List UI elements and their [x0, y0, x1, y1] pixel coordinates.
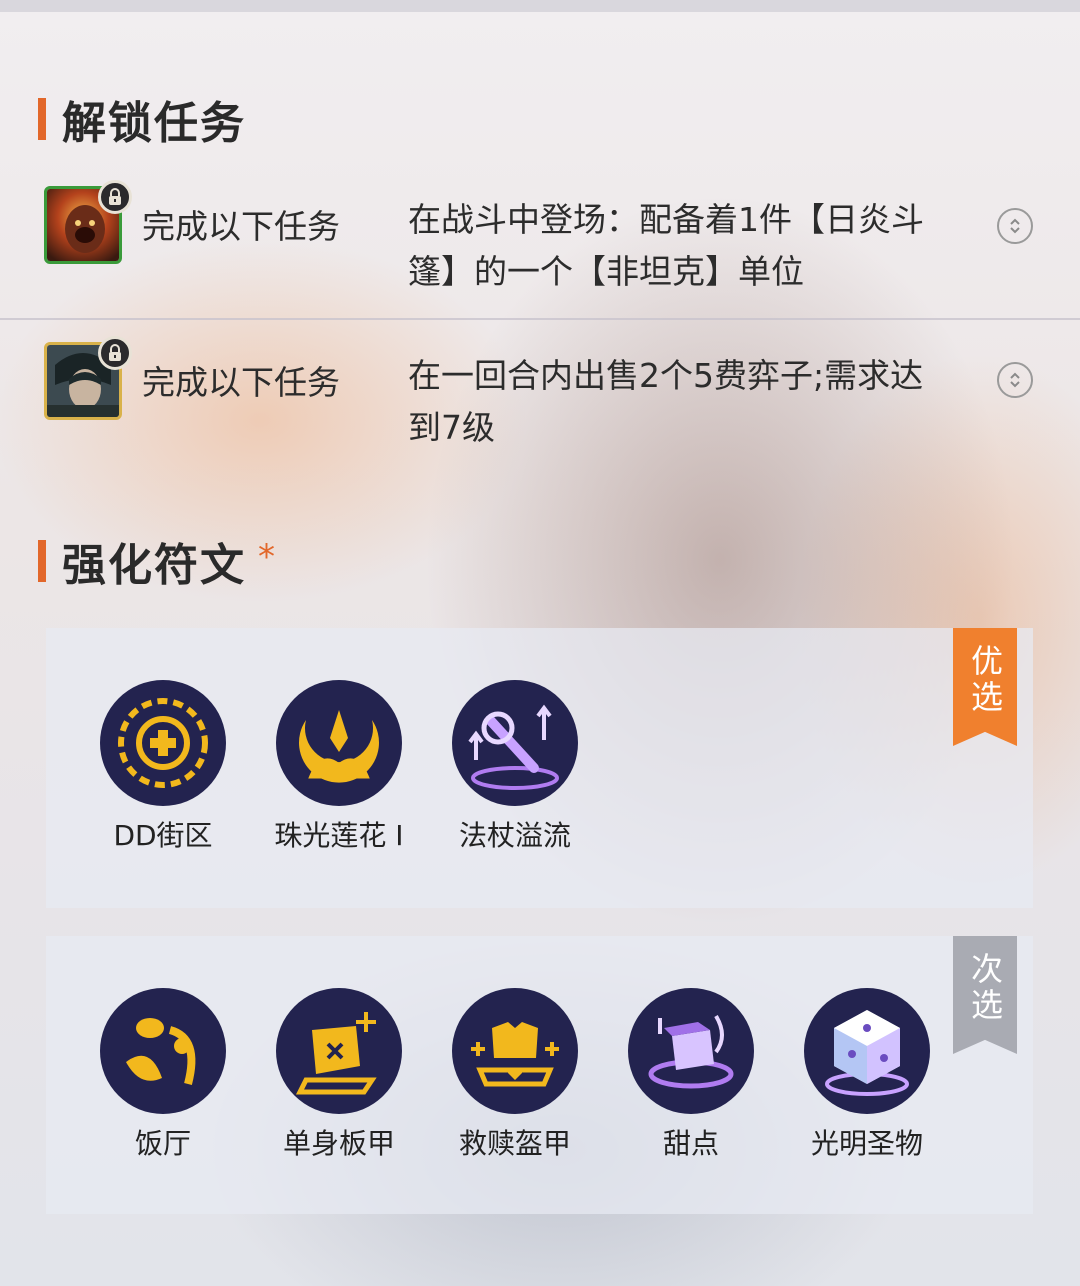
task-description: 在战斗中登场：配备着1件【日炎斗篷】的一个【非坦克】单位 [408, 200, 924, 291]
rune-section-title: 强化符文 * [38, 536, 275, 591]
rune-item[interactable]: 法杖溢流 [440, 680, 590, 854]
rune-name: 珠光莲花 I [274, 819, 404, 852]
rune-title-text: 强化符文 [62, 540, 246, 591]
staff-overflow-icon [452, 680, 578, 806]
task-label: 完成以下任务 [142, 207, 340, 246]
dining-hall-icon [100, 988, 226, 1114]
dessert-icon [628, 988, 754, 1114]
expand-toggle-icon[interactable] [997, 362, 1033, 398]
rune-item[interactable]: 光明圣物 [792, 988, 942, 1162]
rune-name: 单身板甲 [282, 1127, 395, 1160]
lock-icon [98, 336, 132, 370]
radiant-relic-icon [804, 988, 930, 1114]
pearl-lotus-icon [276, 680, 402, 806]
rune-item[interactable]: 珠光莲花 I [264, 680, 414, 854]
rune-name: 甜点 [662, 1127, 719, 1160]
secondary-tag-text: 次选 [966, 952, 1004, 1024]
dd-street-icon [100, 680, 226, 806]
single-plate-icon [276, 988, 402, 1114]
task-description: 在一回合内出售2个5费弈子;需求达到7级 [408, 356, 924, 447]
rune-name: 救赎盔甲 [458, 1127, 571, 1160]
unlock-section-title: 解锁任务 [38, 94, 246, 149]
task-divider [0, 318, 1080, 320]
rune-name: 饭厅 [134, 1127, 191, 1160]
lock-icon [98, 180, 132, 214]
rune-name: DD街区 [113, 819, 213, 852]
secondary-rune-panel: 次选 饭厅 单身板甲 救赎盔甲 甜点 光明圣物 [46, 936, 1033, 1214]
rune-item[interactable]: 饭厅 [88, 988, 238, 1162]
rune-name: 光明圣物 [810, 1127, 923, 1160]
redemption-armor-icon [452, 988, 578, 1114]
task-row[interactable]: 完成以下任务 在战斗中登场：配备着1件【日炎斗篷】的一个【非坦克】单位 [0, 180, 1080, 320]
required-mark: * [258, 537, 275, 577]
rune-item[interactable]: 单身板甲 [264, 988, 414, 1162]
rune-item[interactable]: DD街区 [88, 680, 238, 854]
rune-item[interactable]: 救赎盔甲 [440, 988, 590, 1162]
task-label: 完成以下任务 [142, 363, 340, 402]
title-accent-bar [38, 540, 46, 582]
rune-name: 法杖溢流 [458, 819, 571, 852]
expand-toggle-icon[interactable] [997, 208, 1033, 244]
primary-tag: 优选 [953, 628, 1017, 746]
secondary-tag: 次选 [953, 936, 1017, 1054]
top-bar [0, 0, 1080, 12]
unlock-title-text: 解锁任务 [62, 98, 246, 149]
rune-item[interactable]: 甜点 [616, 988, 766, 1162]
title-accent-bar [38, 98, 46, 140]
primary-rune-panel: 优选 DD街区 珠光莲花 I 法杖溢流 [46, 628, 1033, 908]
task-row[interactable]: 完成以下任务 在一回合内出售2个5费弈子;需求达到7级 [0, 336, 1080, 476]
primary-tag-text: 优选 [966, 644, 1004, 716]
